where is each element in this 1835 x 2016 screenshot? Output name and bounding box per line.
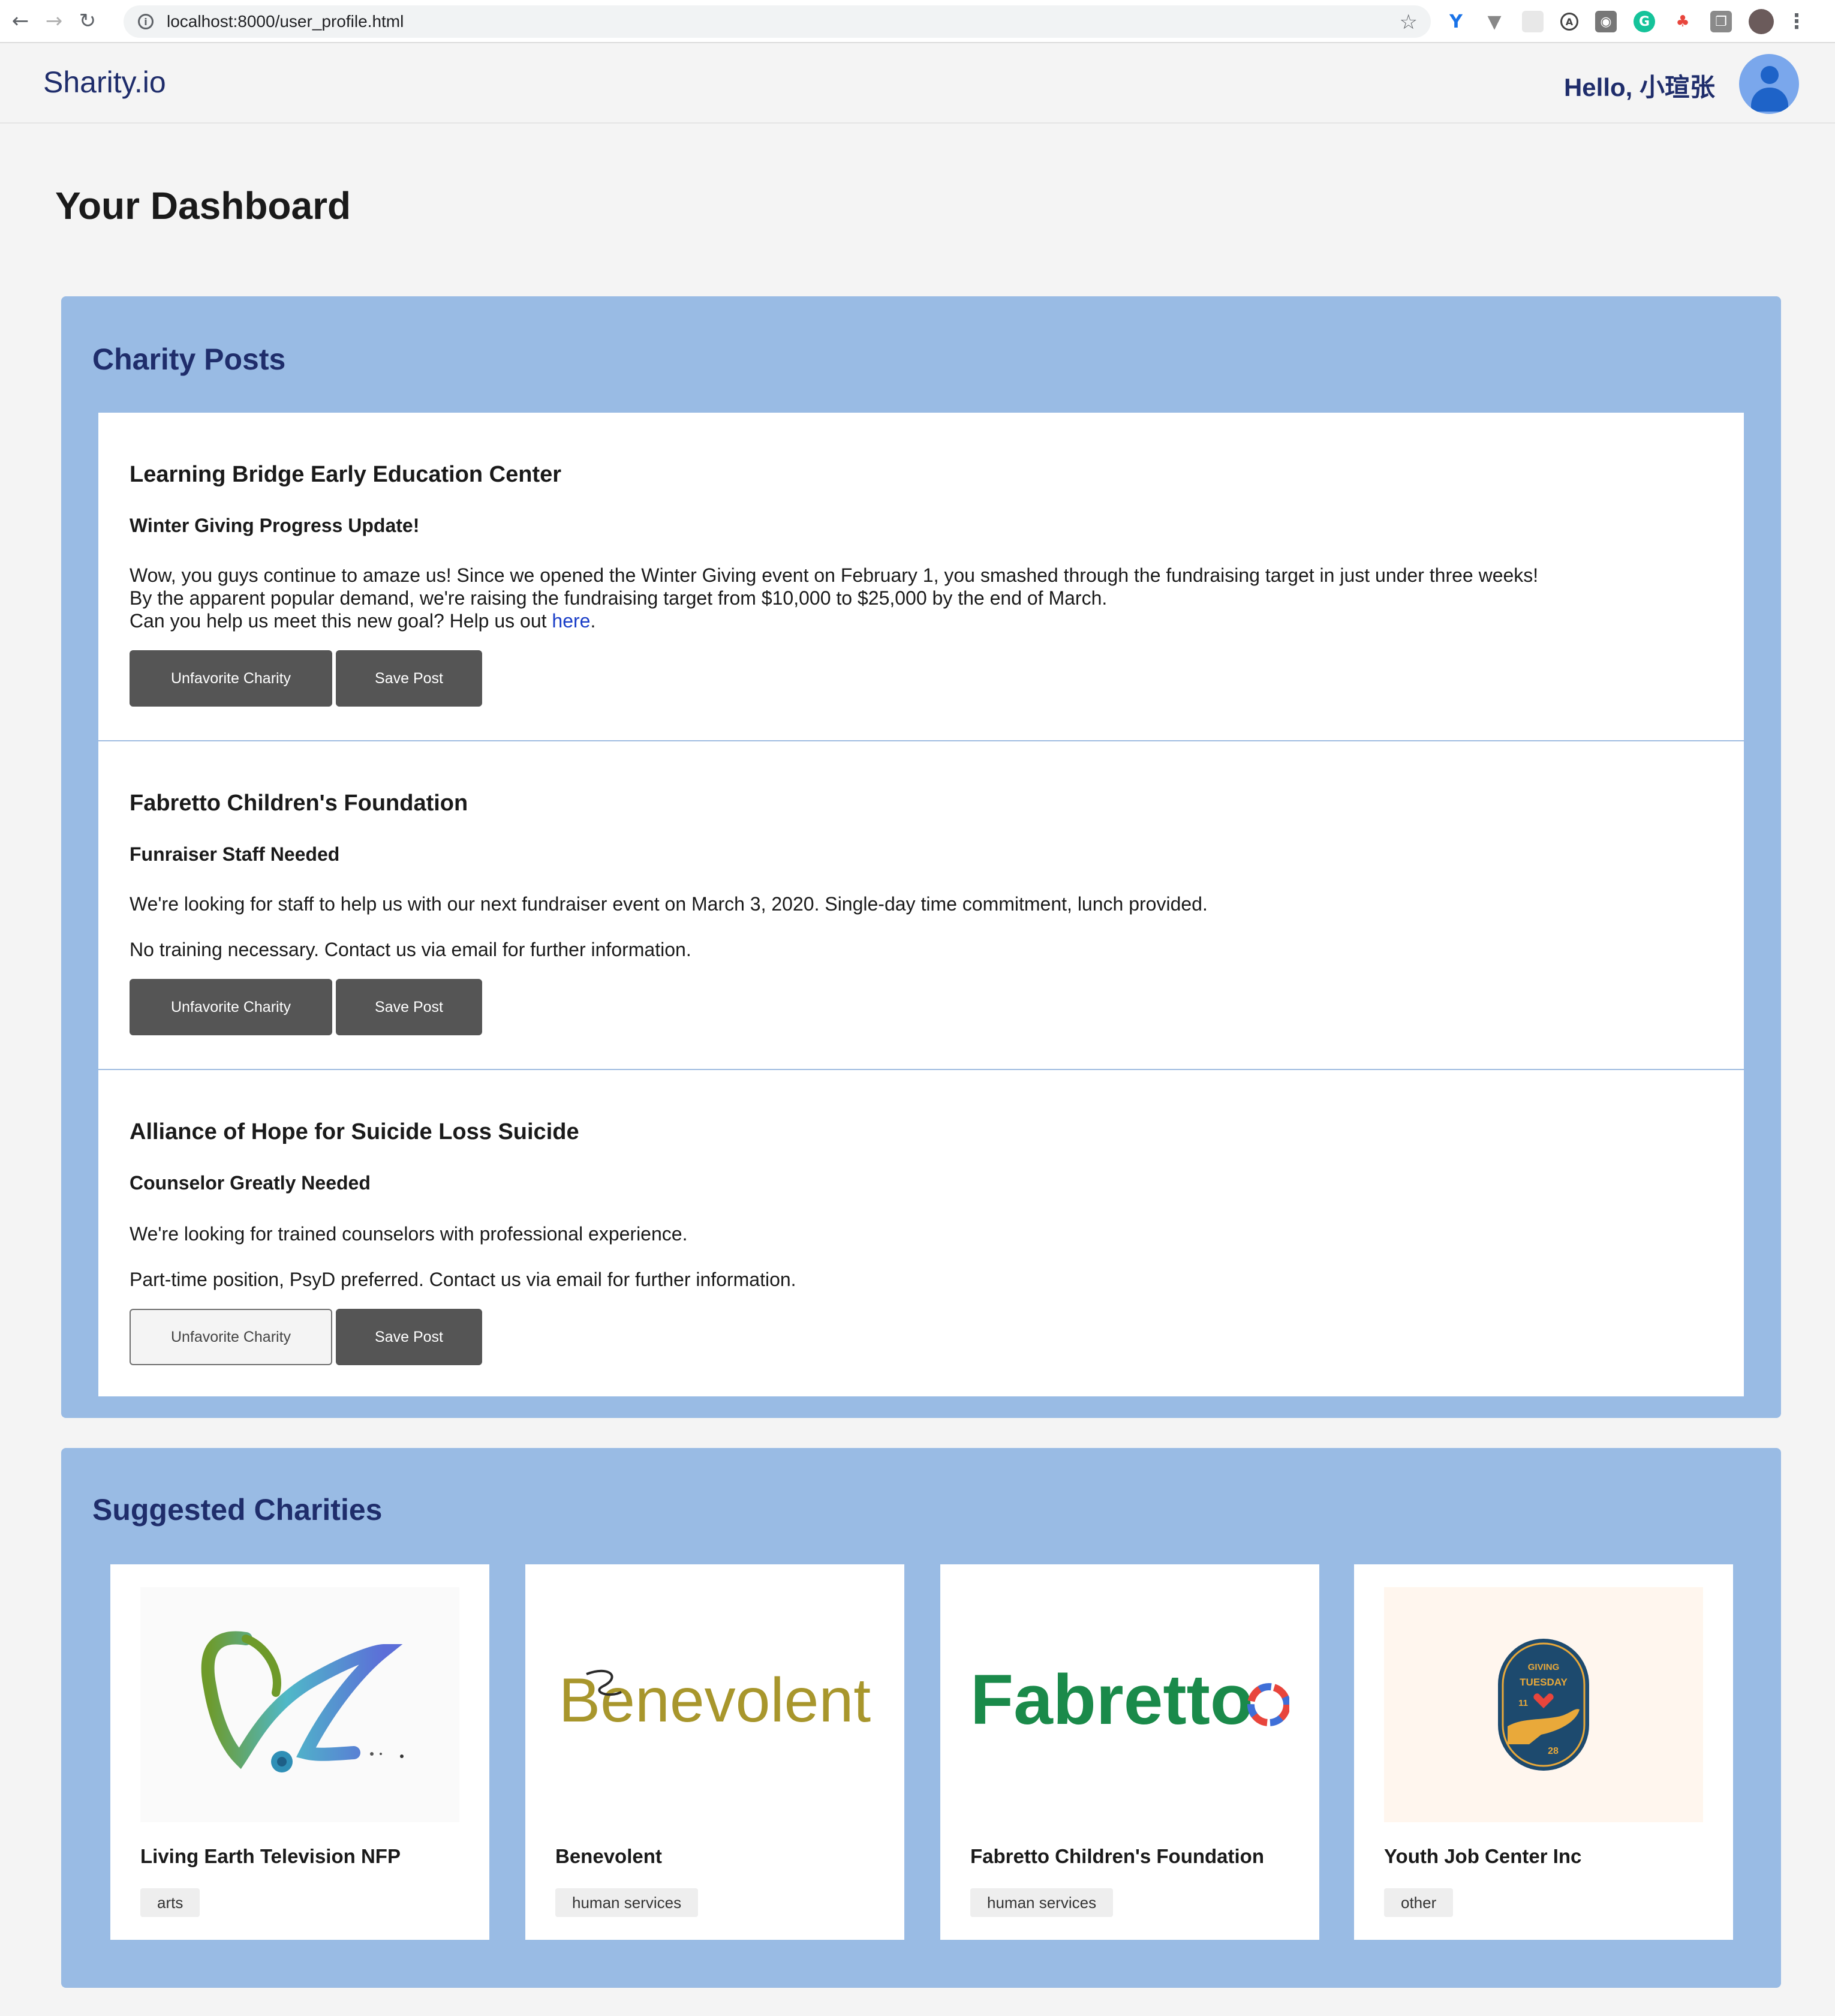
save-post-button[interactable]: Save Post	[336, 979, 482, 1035]
post-line: Wow, you guys continue to amaze us! Sinc…	[130, 564, 1539, 586]
charity-card[interactable]: Fabretto Fabretto Children's Foundation …	[940, 1564, 1319, 1940]
here-link[interactable]: here	[552, 610, 590, 632]
post-line-text: Can you help us meet this new goal? Help…	[130, 610, 552, 632]
bookmark-star-icon[interactable]: ☆	[1400, 10, 1418, 34]
living-earth-swoosh-icon	[201, 1631, 404, 1772]
save-post-button[interactable]: Save Post	[336, 650, 482, 707]
fabretto-wordmark-icon: Fabretto	[970, 1660, 1289, 1739]
post-paragraph: We're looking for staff to help us with …	[130, 893, 1208, 915]
url-text[interactable]: localhost:8000/user_profile.html	[167, 12, 404, 31]
category-tag: human services	[555, 1888, 699, 1917]
charity-card[interactable]: GIVING TUESDAY 11 28 Youth Job Center In…	[1354, 1564, 1733, 1940]
post-line-suffix: .	[590, 610, 596, 632]
fabretto-logo: Fabretto	[970, 1587, 1289, 1822]
category-tag: other	[1384, 1888, 1454, 1917]
benevolent-logo: Benevolent	[555, 1587, 874, 1822]
post-body: We're looking for staff to help us with …	[130, 893, 1208, 961]
post-paragraph: No training necessary. Contact us via em…	[130, 939, 691, 960]
post-actions: Unfavorite Charity Save Post	[130, 650, 482, 707]
benevolent-wordmark-icon: Benevolent	[559, 1666, 871, 1735]
charity-posts-panel: Charity Posts Learning Bridge Early Educ…	[61, 296, 1781, 1418]
posts-list: Learning Bridge Early Education Center W…	[98, 413, 1744, 1396]
address-bar[interactable]: i localhost:8000/user_profile.html ☆	[124, 5, 1431, 38]
post-paragraph: Part-time position, PsyD preferred. Cont…	[130, 1269, 796, 1290]
category-tag: arts	[140, 1888, 200, 1917]
charity-cards: Living Earth Television NFP arts Benevol…	[110, 1564, 1733, 1940]
post-actions: Unfavorite Charity Save Post	[130, 979, 482, 1035]
post-body: We're looking for trained counselors wit…	[130, 1222, 796, 1291]
post-item: Fabretto Children's Foundation Funraiser…	[98, 741, 1744, 1070]
charity-posts-heading: Charity Posts	[92, 342, 286, 376]
suggested-charities-heading: Suggested Charities	[92, 1493, 383, 1527]
post-actions: Unfavorite Charity Save Post	[130, 1309, 482, 1365]
user-greeting: Hello, 小瑄张	[1563, 73, 1715, 101]
save-post-button[interactable]: Save Post	[336, 1309, 482, 1365]
post-body: Wow, you guys continue to amaze us! Sinc…	[130, 564, 1538, 632]
unfavorite-charity-button[interactable]: Unfavorite Charity	[130, 1309, 332, 1365]
post-org-name: Learning Bridge Early Education Center	[130, 462, 562, 487]
benevolent-wordmark-text: Benevolent	[559, 1666, 871, 1735]
giving-tuesday-badge-icon: GIVING TUESDAY 11 28	[1498, 1639, 1589, 1771]
charity-name: Living Earth Television NFP	[140, 1845, 401, 1867]
post-item: Learning Bridge Early Education Center W…	[98, 413, 1744, 741]
post-title: Funraiser Staff Needed	[130, 843, 340, 865]
post-title: Counselor Greatly Needed	[130, 1172, 371, 1194]
post-paragraph: We're looking for trained counselors wit…	[130, 1223, 688, 1245]
extension-puzzle-icon[interactable]: ♣	[1672, 11, 1693, 32]
giving-tuesday-logo: GIVING TUESDAY 11 28	[1384, 1587, 1703, 1822]
extension-blank-icon[interactable]	[1522, 11, 1544, 32]
user-avatar-icon[interactable]	[1739, 54, 1799, 114]
profile-avatar-icon[interactable]	[1749, 9, 1774, 34]
camera-icon[interactable]: ◉	[1595, 11, 1617, 32]
post-title: Winter Giving Progress Update!	[130, 515, 420, 536]
category-tag: human services	[970, 1888, 1114, 1917]
unfavorite-charity-button[interactable]: Unfavorite Charity	[130, 979, 332, 1035]
post-org-name: Fabretto Children's Foundation	[130, 791, 468, 816]
post-org-name: Alliance of Hope for Suicide Loss Suicid…	[130, 1119, 579, 1144]
post-line: Can you help us meet this new goal? Help…	[130, 609, 1538, 632]
badge-eleven-text: 11	[1518, 1698, 1528, 1708]
charity-name: Fabretto Children's Foundation	[970, 1845, 1264, 1867]
charity-name: Benevolent	[555, 1845, 662, 1867]
badge-number-text: 28	[1548, 1746, 1559, 1756]
suggested-charities-panel: Suggested Charities Living Earth Televis…	[61, 1448, 1781, 1988]
page-title: Your Dashboard	[55, 184, 351, 227]
extension-v-icon[interactable]: ▼	[1484, 11, 1505, 32]
reload-icon[interactable]: ↻	[74, 8, 101, 34]
extension-icons: Y ▼ A ◉ G ♣ ❐ ⋮	[1445, 8, 1807, 35]
fabretto-wordmark-text: Fabretto	[970, 1660, 1253, 1739]
tuesday-text: TUESDAY	[1520, 1677, 1568, 1688]
charity-name: Youth Job Center Inc	[1384, 1845, 1582, 1867]
charity-card[interactable]: Benevolent Benevolent human services	[525, 1564, 904, 1940]
info-icon[interactable]: i	[138, 14, 154, 29]
grammarly-icon[interactable]: G	[1634, 11, 1655, 32]
extension-a-icon[interactable]: A	[1560, 13, 1578, 31]
unfavorite-charity-button[interactable]: Unfavorite Charity	[130, 650, 332, 707]
giving-text: GIVING	[1528, 1662, 1560, 1672]
living-earth-logo	[140, 1587, 459, 1822]
app-header: Sharity.io Hello, 小瑄张	[0, 43, 1835, 124]
extension-copy-icon[interactable]: ❐	[1710, 11, 1732, 32]
post-line: By the apparent popular demand, we're ra…	[130, 587, 1108, 609]
post-item: Alliance of Hope for Suicide Loss Suicid…	[98, 1070, 1744, 1399]
brand-logo[interactable]: Sharity.io	[43, 65, 166, 100]
back-arrow-icon[interactable]: ←	[7, 8, 34, 34]
extension-y-icon[interactable]: Y	[1445, 11, 1467, 32]
kebab-menu-icon[interactable]: ⋮	[1786, 10, 1807, 34]
charity-card[interactable]: Living Earth Television NFP arts	[110, 1564, 489, 1940]
browser-toolbar: ← → ↻ i localhost:8000/user_profile.html…	[0, 0, 1835, 43]
forward-arrow-icon[interactable]: →	[41, 8, 67, 34]
